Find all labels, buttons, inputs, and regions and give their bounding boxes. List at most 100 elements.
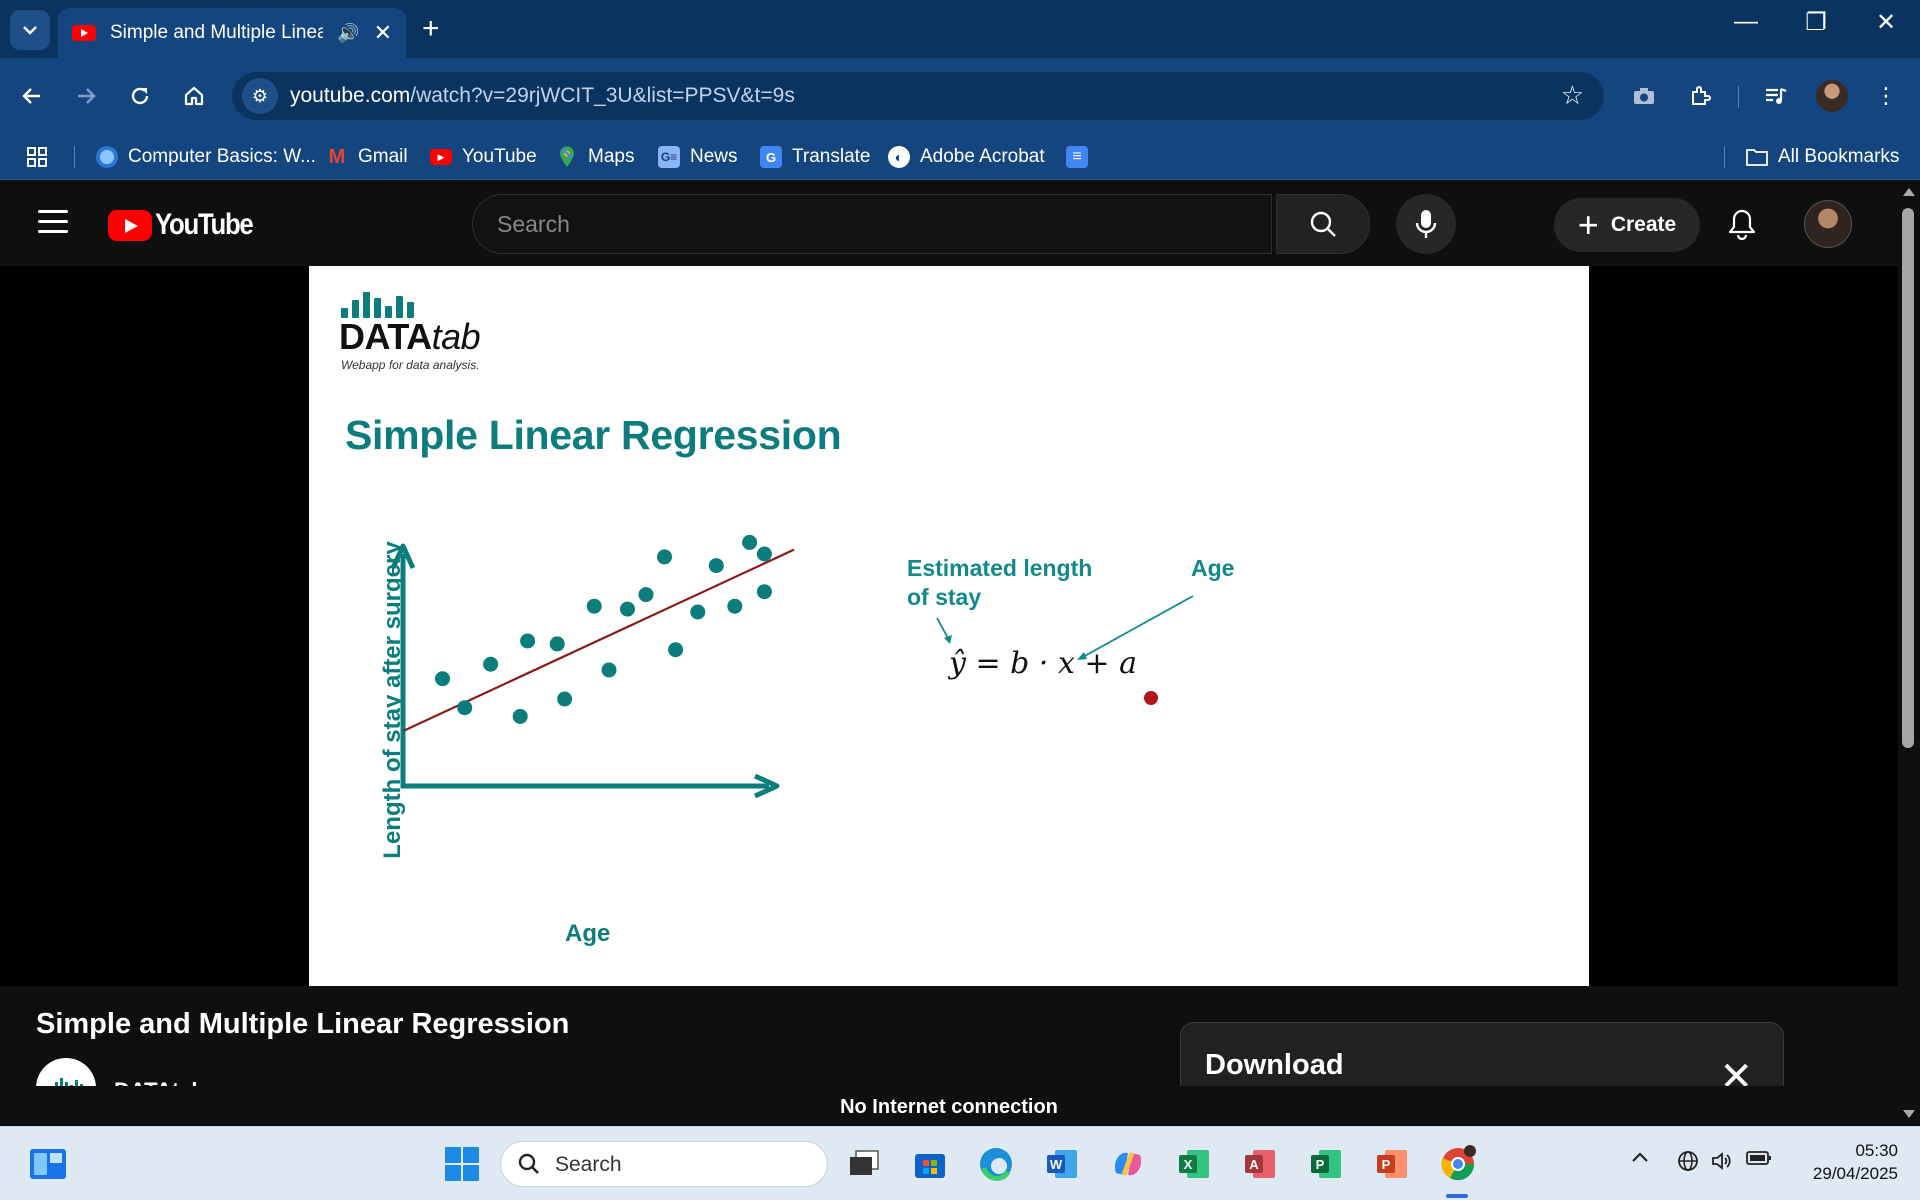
profile-avatar[interactable] — [1816, 80, 1848, 112]
restore-button[interactable]: ❐ — [1786, 8, 1846, 37]
create-button[interactable]: + Create — [1554, 198, 1700, 252]
youtube-header: YouTube + Create — [0, 180, 1898, 266]
browser-toolbar: ⚙ youtube.com/watch?v=29rjWCIT_3U&list=P… — [0, 58, 1920, 134]
bookmark-divider — [74, 146, 75, 168]
taskbar-search-input[interactable] — [555, 1152, 805, 1178]
docs-icon: ≡ — [1066, 146, 1088, 168]
scrollbar-thumb[interactable] — [1902, 208, 1914, 748]
bookmark-maps[interactable]: Maps — [556, 143, 634, 171]
bookmark-youtube[interactable]: ▶ YouTube — [430, 143, 537, 171]
voice-search-button[interactable] — [1396, 194, 1456, 254]
arrow-right-icon — [78, 88, 96, 104]
youtube-play-icon — [108, 209, 152, 241]
bookmark-label: Computer Basics: W... — [128, 146, 316, 167]
clock-date: 29/04/2025 — [1812, 1164, 1898, 1183]
scatter-point — [690, 604, 706, 620]
copilot-icon[interactable] — [1106, 1142, 1150, 1186]
bookmark-label: News — [690, 146, 738, 167]
arrow-left-icon — [22, 88, 40, 104]
bookmark-label: Adobe Acrobat — [920, 146, 1045, 167]
bookmark-translate[interactable]: G Translate — [760, 143, 871, 171]
bookmark-star-icon[interactable]: ☆ — [1561, 80, 1584, 111]
news-icon: G≡ — [658, 146, 680, 168]
close-tab-icon[interactable]: ✕ — [374, 20, 392, 46]
battery-icon[interactable] — [1746, 1149, 1772, 1172]
scatter-point — [742, 534, 758, 550]
widgets-icon[interactable] — [26, 1142, 70, 1186]
tab-search-button[interactable] — [10, 10, 50, 50]
scatter-point — [520, 633, 536, 649]
task-view-icon[interactable] — [842, 1142, 886, 1186]
bookmark-adobe-acrobat[interactable]: ◐ Adobe Acrobat — [888, 143, 1045, 171]
system-clock[interactable]: 05:30 29/04/2025 — [1790, 1139, 1898, 1185]
excel-icon[interactable]: X — [1172, 1142, 1216, 1186]
volume-icon[interactable] — [1710, 1149, 1734, 1179]
show-hidden-icons[interactable] — [1630, 1147, 1650, 1170]
microsoft-store-icon[interactable] — [908, 1142, 952, 1186]
page-scrollbar[interactable] — [1898, 180, 1920, 1126]
bookmark-gmail[interactable]: M Gmail — [326, 143, 408, 171]
forward-button[interactable] — [66, 76, 106, 116]
scatter-point — [557, 691, 573, 707]
bookmark-news[interactable]: G≡ News — [658, 143, 738, 171]
word-icon[interactable]: W — [1040, 1142, 1084, 1186]
scatter-point — [483, 656, 499, 672]
download-panel-title: Download — [1205, 1049, 1344, 1081]
menu-icon[interactable] — [38, 210, 68, 234]
youtube-search-box[interactable] — [472, 194, 1272, 254]
scroll-down-icon[interactable] — [1903, 1110, 1915, 1118]
video-player[interactable]: DATAtab Webapp for data analysis. Simple… — [0, 266, 1898, 986]
clock-time: 05:30 — [1855, 1141, 1898, 1160]
youtube-logo[interactable]: YouTube — [108, 208, 268, 242]
home-button[interactable] — [174, 76, 214, 116]
start-button[interactable] — [440, 1142, 484, 1186]
edge-icon[interactable] — [974, 1142, 1018, 1186]
chrome-icon[interactable] — [1436, 1142, 1480, 1186]
reload-button[interactable] — [120, 76, 160, 116]
plus-icon: + — [1577, 204, 1599, 245]
svg-text:A: A — [1249, 1157, 1259, 1172]
close-window-button[interactable]: ✕ — [1856, 8, 1916, 37]
account-avatar[interactable] — [1804, 200, 1852, 248]
youtube-search-input[interactable] — [497, 209, 1237, 239]
scatter-point — [638, 587, 654, 603]
search-icon — [518, 1153, 539, 1174]
scatter-point — [708, 558, 724, 574]
scatter-point — [549, 636, 565, 652]
svg-text:P: P — [1382, 1157, 1391, 1172]
taskbar-search[interactable] — [500, 1141, 828, 1187]
more-menu-icon[interactable]: ⋮ — [1866, 76, 1906, 116]
access-icon[interactable]: A — [1238, 1142, 1282, 1186]
toolbar-divider — [1738, 86, 1739, 108]
scatter-point — [457, 700, 473, 716]
scroll-up-icon[interactable] — [1903, 188, 1915, 196]
new-tab-button[interactable]: + — [422, 12, 440, 46]
translate-icon: G — [760, 146, 782, 168]
url-text[interactable]: youtube.com/watch?v=29rjWCIT_3U&list=PPS… — [290, 84, 795, 108]
notifications-button[interactable] — [1720, 202, 1764, 246]
bookmark-divider — [1724, 146, 1725, 168]
scatter-chart — [390, 534, 795, 799]
back-button[interactable] — [12, 76, 52, 116]
y-axis-label: Length of stay after surgery — [379, 541, 406, 859]
bookmark-computer-basics[interactable]: Computer Basics: W... — [96, 143, 316, 171]
site-info-icon[interactable]: ⚙ — [242, 78, 278, 114]
home-icon — [184, 86, 204, 106]
address-bar[interactable]: ⚙ youtube.com/watch?v=29rjWCIT_3U&list=P… — [232, 72, 1604, 120]
extensions-icon[interactable] — [1680, 76, 1720, 116]
camera-icon[interactable] — [1624, 76, 1664, 116]
speaker-icon[interactable]: 🔊 — [337, 23, 359, 44]
bookmark-docs[interactable]: ≡ — [1066, 143, 1098, 171]
apps-grid-icon[interactable] — [26, 143, 48, 171]
browser-tab-active[interactable]: Simple and Multiple Linear Regression 🔊 … — [58, 8, 406, 58]
project-icon[interactable]: P — [1304, 1142, 1348, 1186]
powerpoint-icon[interactable]: P — [1370, 1142, 1414, 1186]
minimize-button[interactable]: — — [1716, 8, 1776, 36]
all-bookmarks-button[interactable]: All Bookmarks — [1746, 143, 1899, 171]
network-globe-icon[interactable] — [1676, 1149, 1700, 1179]
media-controls-icon[interactable] — [1756, 76, 1796, 116]
scatter-point — [756, 584, 772, 600]
youtube-search-button[interactable] — [1276, 194, 1370, 254]
scatter-point — [586, 598, 602, 614]
svg-text:X: X — [1184, 1157, 1193, 1172]
